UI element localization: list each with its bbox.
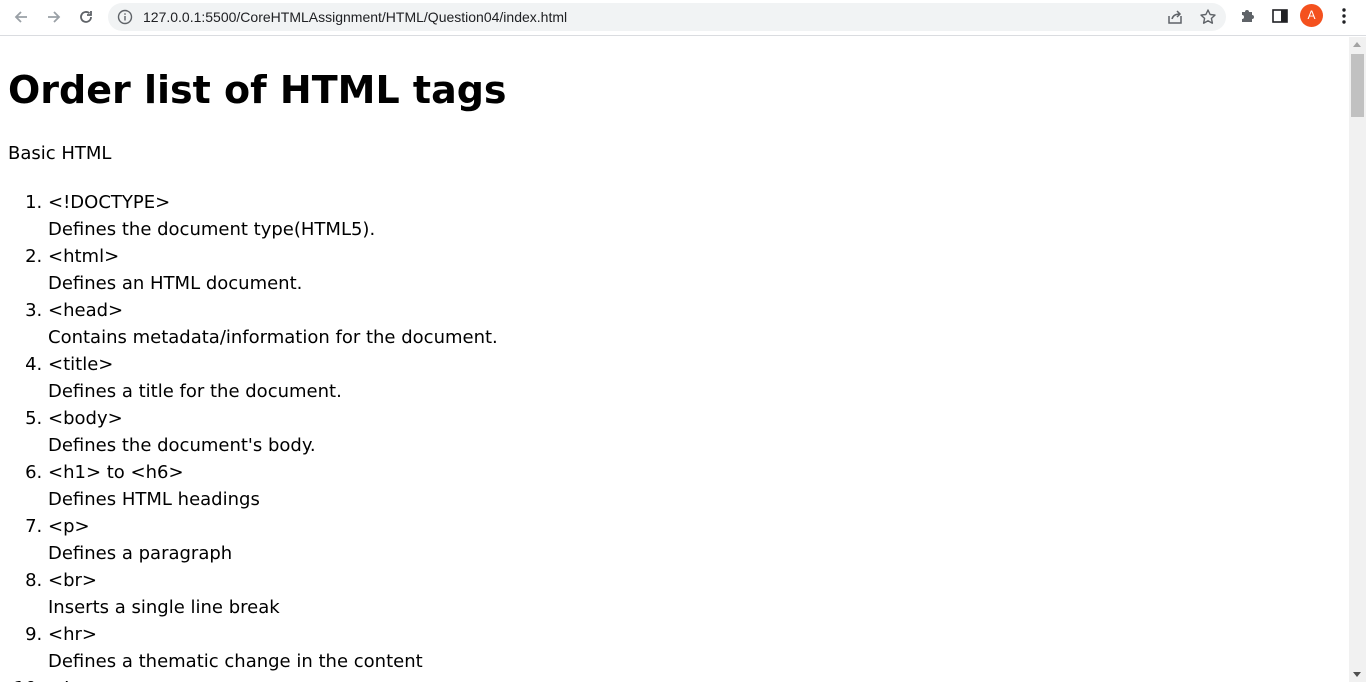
list-item: <hr> Defines a thematic change in the co… <box>48 621 498 675</box>
tag-name: <head> <box>48 300 124 321</box>
tag-description: Defines an HTML document. <box>48 273 303 294</box>
menu-kebab-icon[interactable] <box>1334 6 1354 26</box>
tag-name: <p> <box>48 516 90 537</box>
reload-button[interactable] <box>72 3 100 31</box>
page-viewport: Order list of HTML tags Basic HTML <!DOC… <box>0 37 1349 682</box>
list-item: <br> Inserts a single line break <box>48 567 498 621</box>
tag-name: <html> <box>48 246 120 267</box>
share-icon[interactable] <box>1166 8 1184 26</box>
list-item: <!DOCTYPE> Defines the document type(HTM… <box>48 189 498 243</box>
list-item: <title> Defines a title for the document… <box>48 351 498 405</box>
browser-toolbar: 127.0.0.1:5500/CoreHTMLAssignment/HTML/Q… <box>0 0 1366 36</box>
tag-description: Defines a title for the document. <box>48 381 342 402</box>
tag-description: Contains metadata/information for the do… <box>48 327 498 348</box>
url-text[interactable]: 127.0.0.1:5500/CoreHTMLAssignment/HTML/Q… <box>143 3 567 31</box>
list-item: <html> Defines an HTML document. <box>48 243 498 297</box>
tag-name: <body> <box>48 408 123 429</box>
list-item: <body> Defines the document's body. <box>48 405 498 459</box>
scroll-down-arrow-icon[interactable] <box>1353 672 1361 677</box>
tag-description: Defines the document's body. <box>48 435 316 456</box>
bookmark-star-icon[interactable] <box>1199 8 1217 26</box>
tag-description: Defines the document type(HTML5). <box>48 219 376 240</box>
tag-name: <title> <box>48 354 114 375</box>
forward-arrow-icon <box>48 11 61 23</box>
tag-name: <!DOCTYPE> <box>48 192 171 213</box>
html-tag-list: <!DOCTYPE> Defines the document type(HTM… <box>8 189 498 682</box>
forward-button[interactable] <box>40 3 68 31</box>
section-subtitle: Basic HTML <box>8 143 112 164</box>
list-item: <!--...--> <box>48 675 498 682</box>
tag-description: Defines HTML headings <box>48 489 260 510</box>
side-panel-icon[interactable] <box>1270 6 1290 26</box>
list-item: <p> Defines a paragraph <box>48 513 498 567</box>
tag-name: <h1> to <h6> <box>48 462 184 483</box>
tag-name: <!--...--> <box>48 675 498 682</box>
reload-icon <box>80 11 92 23</box>
scroll-up-arrow-icon[interactable] <box>1353 42 1361 47</box>
vertical-scrollbar[interactable] <box>1349 37 1366 682</box>
scrollbar-thumb[interactable] <box>1351 54 1364 117</box>
extensions-puzzle-icon[interactable] <box>1238 6 1258 26</box>
profile-avatar[interactable]: A <box>1300 4 1323 27</box>
tag-description: Defines a thematic change in the content <box>48 651 423 672</box>
tag-name: <hr> <box>48 624 97 645</box>
address-bar[interactable]: 127.0.0.1:5500/CoreHTMLAssignment/HTML/Q… <box>108 3 1226 31</box>
back-arrow-icon <box>14 11 27 23</box>
tag-description: Defines a paragraph <box>48 543 233 564</box>
page-title: Order list of HTML tags <box>8 68 507 112</box>
tag-name: <br> <box>48 570 97 591</box>
list-item: <head> Contains metadata/information for… <box>48 297 498 351</box>
site-info-icon[interactable] <box>117 9 133 25</box>
tag-description: Inserts a single line break <box>48 597 280 618</box>
back-button[interactable] <box>7 3 35 31</box>
list-item: <h1> to <h6> Defines HTML headings <box>48 459 498 513</box>
